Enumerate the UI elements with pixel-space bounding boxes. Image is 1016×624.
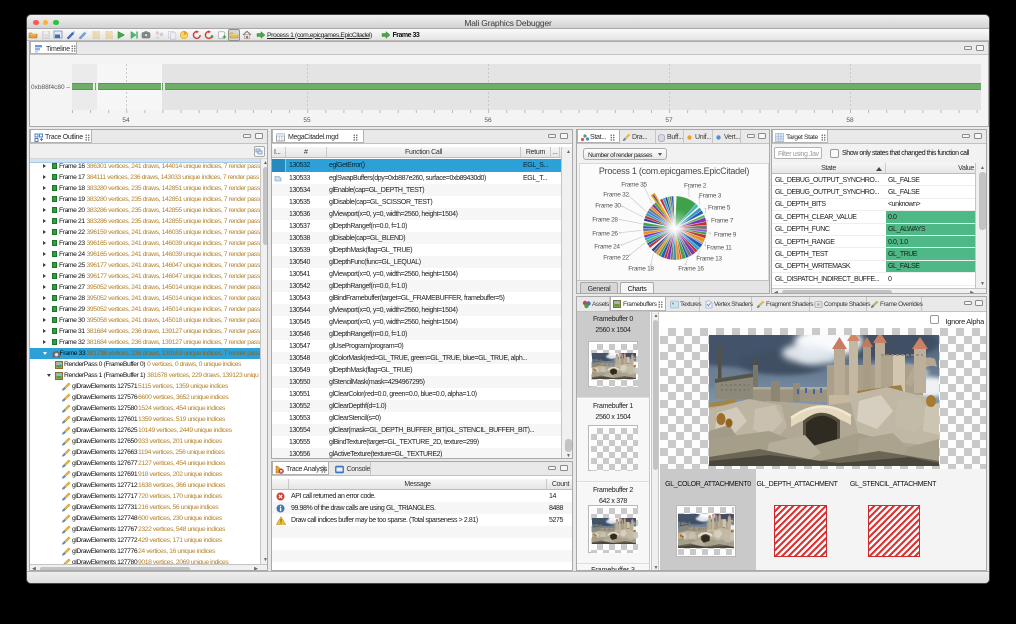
svg-text:Frame 22: Frame 22	[603, 255, 629, 262]
svg-text:Frame 18: Frame 18	[628, 266, 654, 273]
svg-text:Frame 3: Frame 3	[699, 193, 722, 200]
svg-text:Frame 24: Frame 24	[594, 244, 620, 251]
svg-text:Frame 5: Frame 5	[708, 205, 731, 212]
svg-text:Frame 35: Frame 35	[621, 182, 647, 189]
svg-text:Frame 32: Frame 32	[603, 192, 629, 199]
svg-text:Frame 9: Frame 9	[714, 232, 737, 239]
svg-text:Frame 16: Frame 16	[678, 266, 704, 273]
svg-text:Frame 30: Frame 30	[595, 203, 621, 210]
svg-text:Frame 2: Frame 2	[684, 183, 707, 190]
svg-text:Frame 11: Frame 11	[707, 245, 733, 252]
svg-text:Frame 26: Frame 26	[592, 231, 618, 238]
svg-text:Frame 28: Frame 28	[592, 217, 618, 224]
svg-text:Frame 7: Frame 7	[711, 218, 734, 225]
svg-text:Frame 13: Frame 13	[696, 256, 722, 263]
